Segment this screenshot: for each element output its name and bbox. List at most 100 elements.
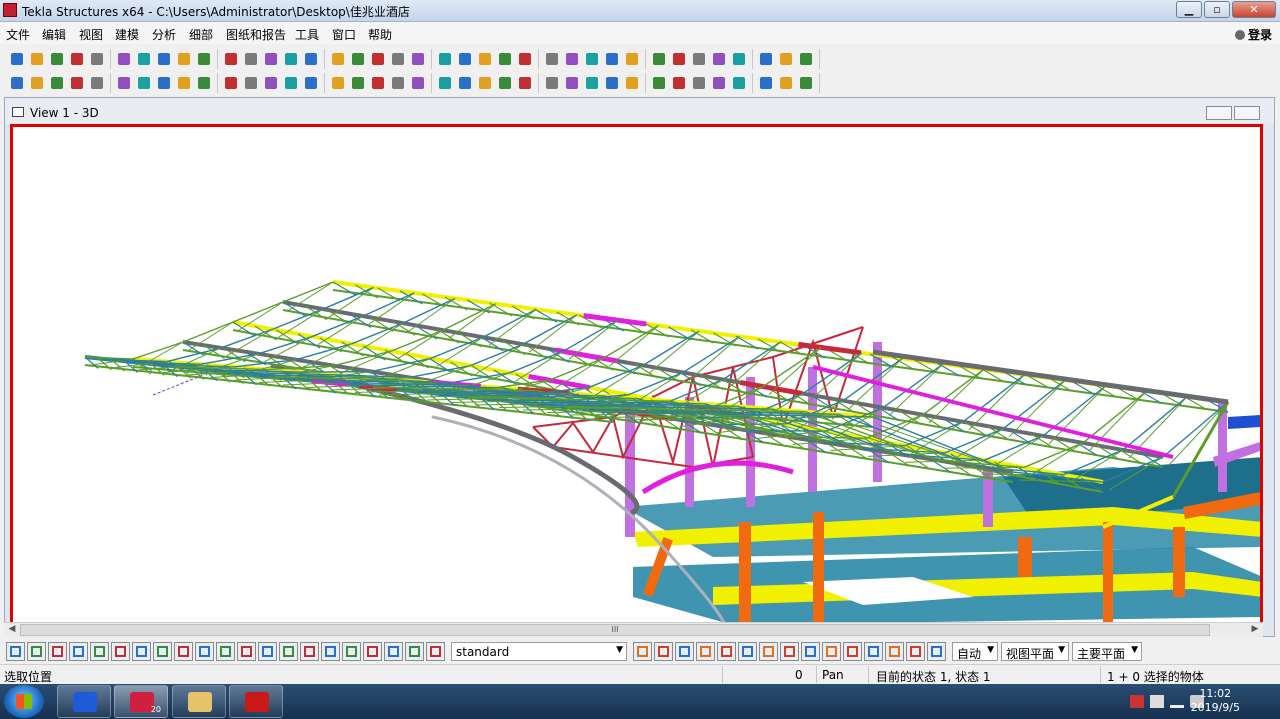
taskbar-wps-button[interactable] (57, 685, 111, 718)
line-icon[interactable] (670, 74, 688, 92)
rotate-icon[interactable] (690, 50, 708, 68)
clock[interactable]: 11:02 2019/9/5 (1191, 687, 1240, 715)
selection-switch-icon[interactable] (111, 641, 130, 661)
part-icon[interactable] (583, 74, 601, 92)
dim-icon[interactable] (563, 50, 581, 68)
grid-icon[interactable] (436, 50, 454, 68)
print-icon[interactable] (155, 50, 173, 68)
snap-switch-icon[interactable] (717, 641, 736, 661)
minimize-button[interactable]: ▁ (1176, 1, 1202, 18)
selection-switch-icon[interactable] (174, 641, 193, 661)
device-icon[interactable] (1150, 695, 1164, 708)
model-icon[interactable] (302, 50, 320, 68)
line-icon[interactable] (730, 74, 748, 92)
snap-switch-icon[interactable] (633, 641, 652, 661)
signal-icon[interactable] (1170, 695, 1184, 708)
model-icon[interactable] (369, 50, 387, 68)
selection-switch-icon[interactable] (426, 641, 445, 661)
snap-icon[interactable] (389, 50, 407, 68)
model-icon[interactable] (349, 50, 367, 68)
copy-icon[interactable] (650, 50, 668, 68)
filter-icon[interactable] (777, 50, 795, 68)
weld-icon[interactable] (175, 74, 193, 92)
tekla-icon[interactable] (730, 50, 748, 68)
part-icon[interactable] (476, 74, 494, 92)
paste-icon[interactable] (135, 50, 153, 68)
snap-switch-icon[interactable] (822, 641, 841, 661)
beam-icon[interactable] (262, 74, 280, 92)
taskbar-autocad-button[interactable] (229, 685, 283, 718)
snap-icon[interactable] (409, 50, 427, 68)
beam-icon[interactable] (88, 74, 106, 92)
scroll-left-button[interactable]: ◀ (5, 624, 19, 636)
bolt-icon[interactable] (155, 74, 173, 92)
flag-icon[interactable] (1130, 695, 1144, 708)
selection-switch-icon[interactable] (300, 641, 319, 661)
next-icon[interactable] (757, 50, 775, 68)
properties-icon[interactable] (175, 50, 193, 68)
snap-switch-icon[interactable] (801, 641, 820, 661)
plate-icon[interactable] (115, 74, 133, 92)
selection-switch-icon[interactable] (258, 641, 277, 661)
select-icon[interactable] (282, 50, 300, 68)
snap-switch-icon[interactable] (906, 641, 925, 661)
part-icon[interactable] (603, 74, 621, 92)
cut-icon[interactable] (262, 50, 280, 68)
scroll-thumb[interactable]: III (20, 624, 1210, 636)
view-minimize-button[interactable] (1206, 106, 1232, 120)
filter-select[interactable]: standard ▼ (451, 641, 627, 661)
snap-switch-icon[interactable] (864, 641, 883, 661)
selection-switch-icon[interactable] (216, 641, 235, 661)
binoculars-icon[interactable] (389, 74, 407, 92)
dim-icon[interactable] (516, 50, 534, 68)
selection-switch-icon[interactable] (363, 641, 382, 661)
selection-switch-icon[interactable] (153, 641, 172, 661)
model-canvas-3d[interactable] (10, 124, 1263, 622)
selection-switch-icon[interactable] (27, 641, 46, 661)
move-icon[interactable] (670, 50, 688, 68)
layer-icon[interactable] (797, 50, 815, 68)
snap-switch-icon[interactable] (759, 641, 778, 661)
column-icon[interactable] (222, 74, 240, 92)
menu-modeling[interactable]: 建模 (115, 26, 139, 43)
copy-icon[interactable] (115, 50, 133, 68)
model-icon[interactable] (329, 50, 347, 68)
menu-file[interactable]: 文件 (6, 26, 30, 43)
start-button[interactable] (4, 685, 44, 718)
menu-detailing[interactable]: 细部 (189, 26, 213, 43)
main-plane-select[interactable]: 主要平面 ▼ (1072, 641, 1142, 661)
menu-view[interactable]: 视图 (79, 26, 103, 43)
view-horizontal-scrollbar[interactable]: ◀ III ▶ (4, 622, 1263, 637)
selection-switch-icon[interactable] (90, 641, 109, 661)
line-icon[interactable] (710, 74, 728, 92)
line-icon[interactable] (777, 74, 795, 92)
snap-depth-select[interactable]: 自动 ▼ (952, 641, 998, 661)
selection-switch-icon[interactable] (6, 641, 25, 661)
new-icon[interactable] (8, 50, 26, 68)
view-maximize-button[interactable] (1234, 106, 1260, 120)
scroll-right-button[interactable]: ▶ (1248, 624, 1262, 636)
selection-switch-icon[interactable] (48, 641, 67, 661)
selection-switch-icon[interactable] (69, 641, 88, 661)
dim-icon[interactable] (543, 50, 561, 68)
tool-icon[interactable] (623, 50, 641, 68)
view-icon[interactable] (242, 50, 260, 68)
dim-icon[interactable] (603, 50, 621, 68)
redo-icon[interactable] (88, 50, 106, 68)
beam-icon[interactable] (282, 74, 300, 92)
connection-icon[interactable] (436, 74, 454, 92)
taskbar-tekla-button[interactable]: 20 (114, 685, 168, 718)
snap-switch-icon[interactable] (738, 641, 757, 661)
taskbar-explorer-button[interactable] (172, 685, 226, 718)
component-icon[interactable] (28, 74, 46, 92)
snap-switch-icon[interactable] (654, 641, 673, 661)
menu-analysis[interactable]: 分析 (152, 26, 176, 43)
snap-switch-icon[interactable] (885, 641, 904, 661)
part-icon[interactable] (563, 74, 581, 92)
menu-help[interactable]: 帮助 (368, 26, 392, 43)
open-icon[interactable] (28, 50, 46, 68)
line-icon[interactable] (690, 74, 708, 92)
column-icon[interactable] (48, 74, 66, 92)
snap-switch-icon[interactable] (675, 641, 694, 661)
menu-drawings-reports[interactable]: 图纸和报告 (226, 26, 286, 43)
